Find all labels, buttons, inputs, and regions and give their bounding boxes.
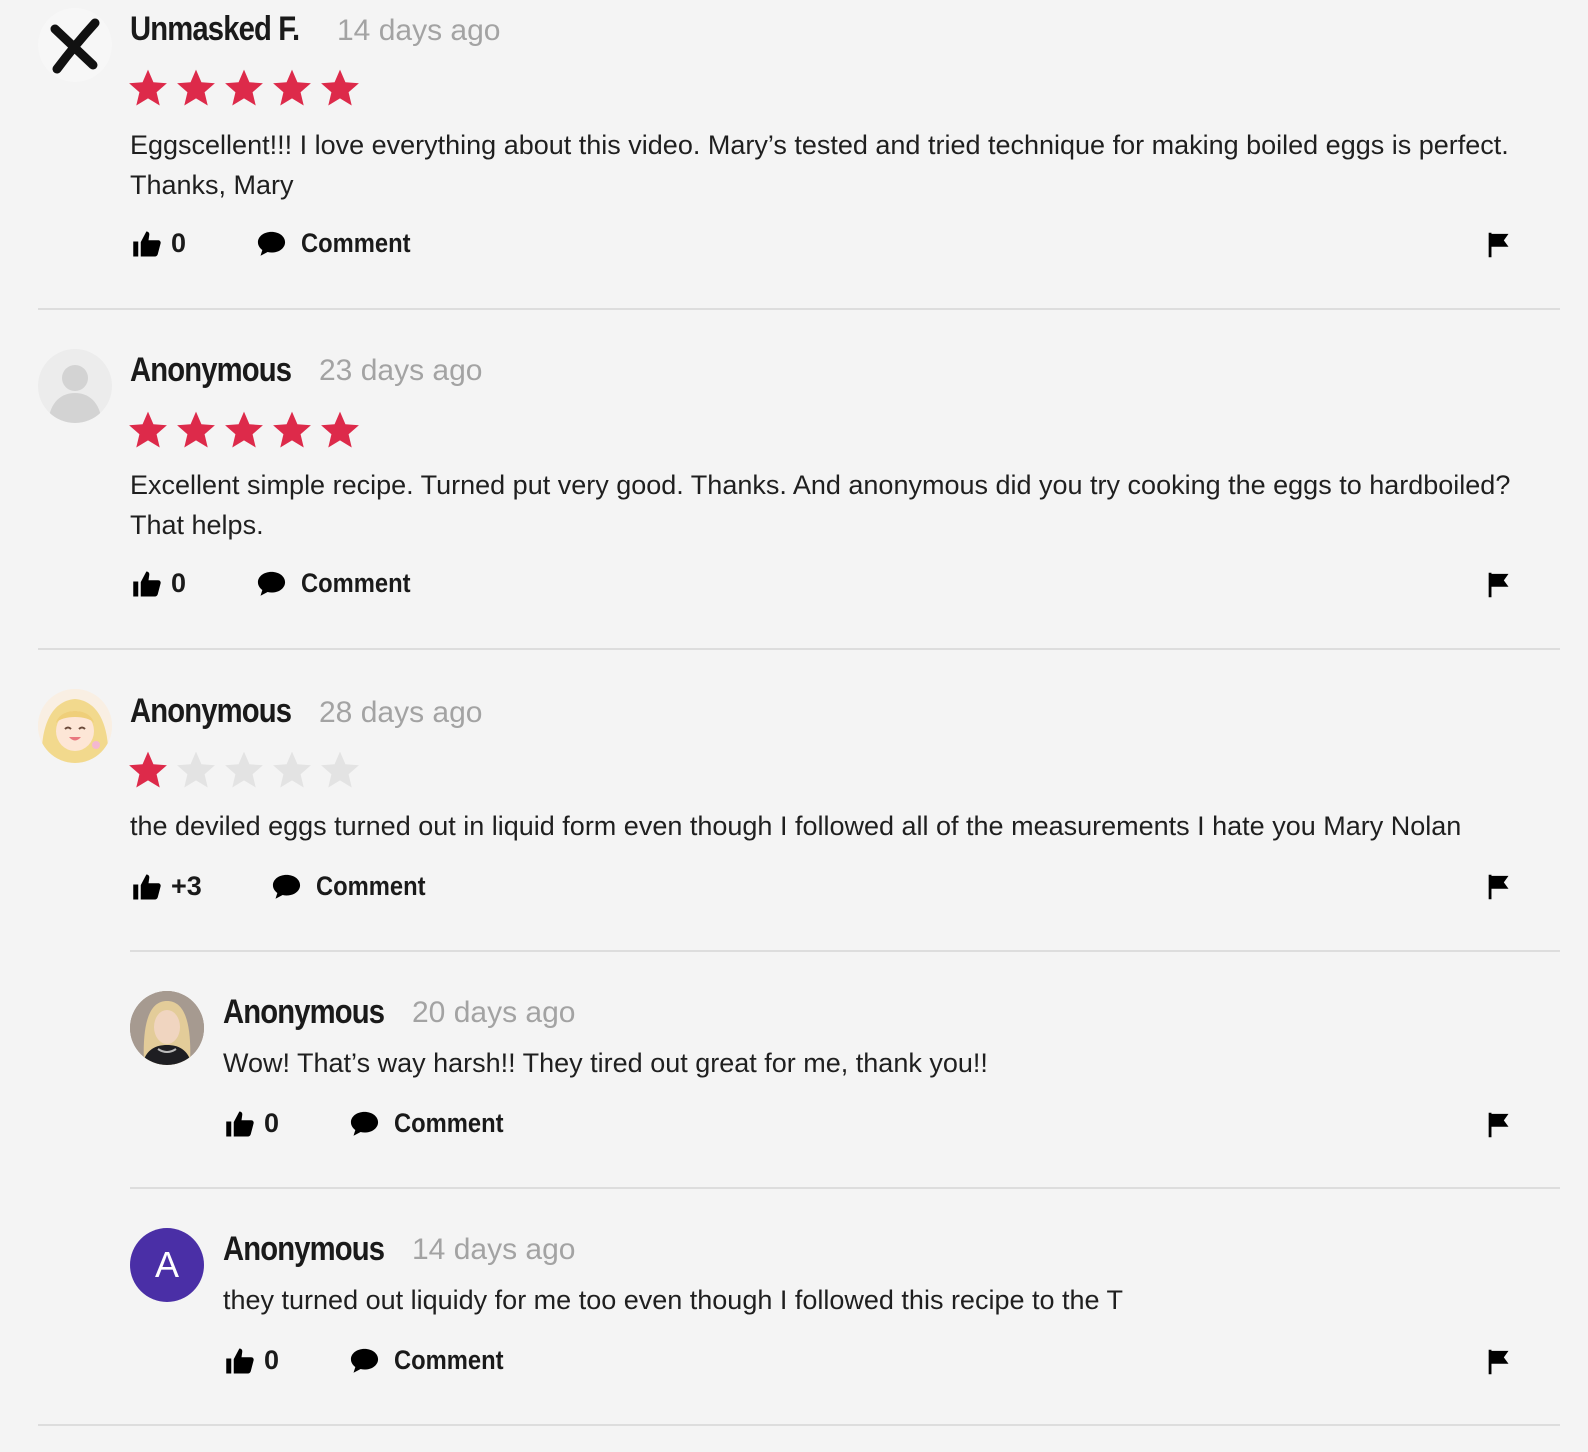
speech-bubble-icon [256, 228, 287, 259]
comment-text: Eggscellent!!! I love everything about t… [130, 130, 1509, 200]
star-filled-icon [127, 749, 169, 791]
avatar[interactable]: A [130, 1228, 204, 1302]
flag-icon[interactable] [1484, 1347, 1512, 1377]
timestamp: 23 days ago [319, 354, 483, 387]
like-button[interactable]: 0 [225, 1345, 279, 1376]
comment-button[interactable]: Comment [256, 228, 426, 259]
author-name[interactable]: Anonymous [223, 993, 385, 1032]
avatar[interactable] [130, 991, 204, 1065]
like-count: 0 [264, 1345, 280, 1375]
timestamp: 14 days ago [337, 14, 501, 47]
avatar[interactable] [38, 689, 112, 763]
comment-text: they turned out liquidy for me too even … [223, 1285, 1124, 1315]
divider [38, 648, 1560, 650]
comment-button[interactable]: Comment [349, 1108, 519, 1139]
star-filled-icon [271, 409, 313, 451]
star-filled-icon [127, 67, 169, 109]
speech-bubble-icon [349, 1108, 380, 1139]
like-button[interactable]: 0 [225, 1108, 279, 1139]
star-rating [127, 749, 361, 791]
like-button[interactable]: 0 [132, 568, 186, 599]
speech-bubble-icon [271, 871, 302, 902]
star-filled-icon [223, 409, 265, 451]
timestamp: 14 days ago [412, 1233, 576, 1266]
thumbs-up-icon [132, 229, 162, 259]
flag-icon[interactable] [1484, 1110, 1512, 1140]
timestamp: 28 days ago [319, 696, 483, 729]
thumbs-up-icon [132, 872, 162, 902]
like-button[interactable]: 0 [132, 228, 186, 259]
divider [130, 950, 1560, 952]
like-count: +3 [171, 871, 202, 901]
woman-photo-avatar [130, 991, 204, 1065]
star-filled-icon [223, 67, 265, 109]
comment-text: Excellent simple recipe. Turned put very… [130, 470, 1511, 540]
default-user-icon [48, 365, 102, 423]
star-filled-icon [175, 67, 217, 109]
comment-text: the deviled eggs turned out in liquid fo… [130, 811, 1462, 841]
star-rating [127, 409, 361, 451]
star-filled-icon [319, 67, 361, 109]
comment-label: Comment [301, 228, 411, 258]
author-name[interactable]: Anonymous [223, 1230, 385, 1269]
comment-button[interactable]: Comment [271, 871, 441, 902]
like-count: 0 [264, 1108, 280, 1138]
star-empty-icon [223, 749, 265, 791]
like-count: 0 [171, 228, 187, 258]
comment-button[interactable]: Comment [256, 568, 426, 599]
speech-bubble-icon [256, 568, 287, 599]
flag-icon[interactable] [1484, 872, 1512, 902]
avatar[interactable] [38, 349, 112, 423]
comment-label: Comment [316, 871, 426, 901]
flag-icon[interactable] [1484, 230, 1512, 260]
thumbs-up-icon [132, 569, 162, 599]
speech-bubble-icon [349, 1345, 380, 1376]
star-filled-icon [319, 409, 361, 451]
timestamp: 20 days ago [412, 996, 576, 1029]
avatar[interactable] [38, 8, 112, 82]
author-name[interactable]: Anonymous [130, 692, 292, 731]
comment-label: Comment [394, 1345, 504, 1375]
author-name[interactable]: Unmasked F. [130, 10, 300, 49]
star-filled-icon [271, 67, 313, 109]
comment-text: Wow! That’s way harsh!! They tired out g… [223, 1048, 988, 1078]
author-name[interactable]: Anonymous [130, 351, 292, 390]
star-empty-icon [271, 749, 313, 791]
flag-icon[interactable] [1484, 570, 1512, 600]
star-empty-icon [175, 749, 217, 791]
like-count: 0 [171, 568, 187, 598]
divider [38, 1424, 1560, 1426]
comment-label: Comment [394, 1108, 504, 1138]
star-empty-icon [319, 749, 361, 791]
comment-button[interactable]: Comment [349, 1345, 519, 1376]
divider [130, 1187, 1560, 1189]
thumbs-up-icon [225, 1109, 255, 1139]
star-filled-icon [175, 409, 217, 451]
avatar-letter: A [154, 1244, 179, 1285]
x-mark-icon [50, 18, 100, 74]
divider [38, 308, 1560, 310]
like-button[interactable]: +3 [132, 871, 202, 902]
anime-girl-avatar [38, 689, 112, 763]
comment-label: Comment [301, 568, 411, 598]
star-filled-icon [127, 409, 169, 451]
star-rating [127, 67, 361, 109]
thumbs-up-icon [225, 1346, 255, 1376]
